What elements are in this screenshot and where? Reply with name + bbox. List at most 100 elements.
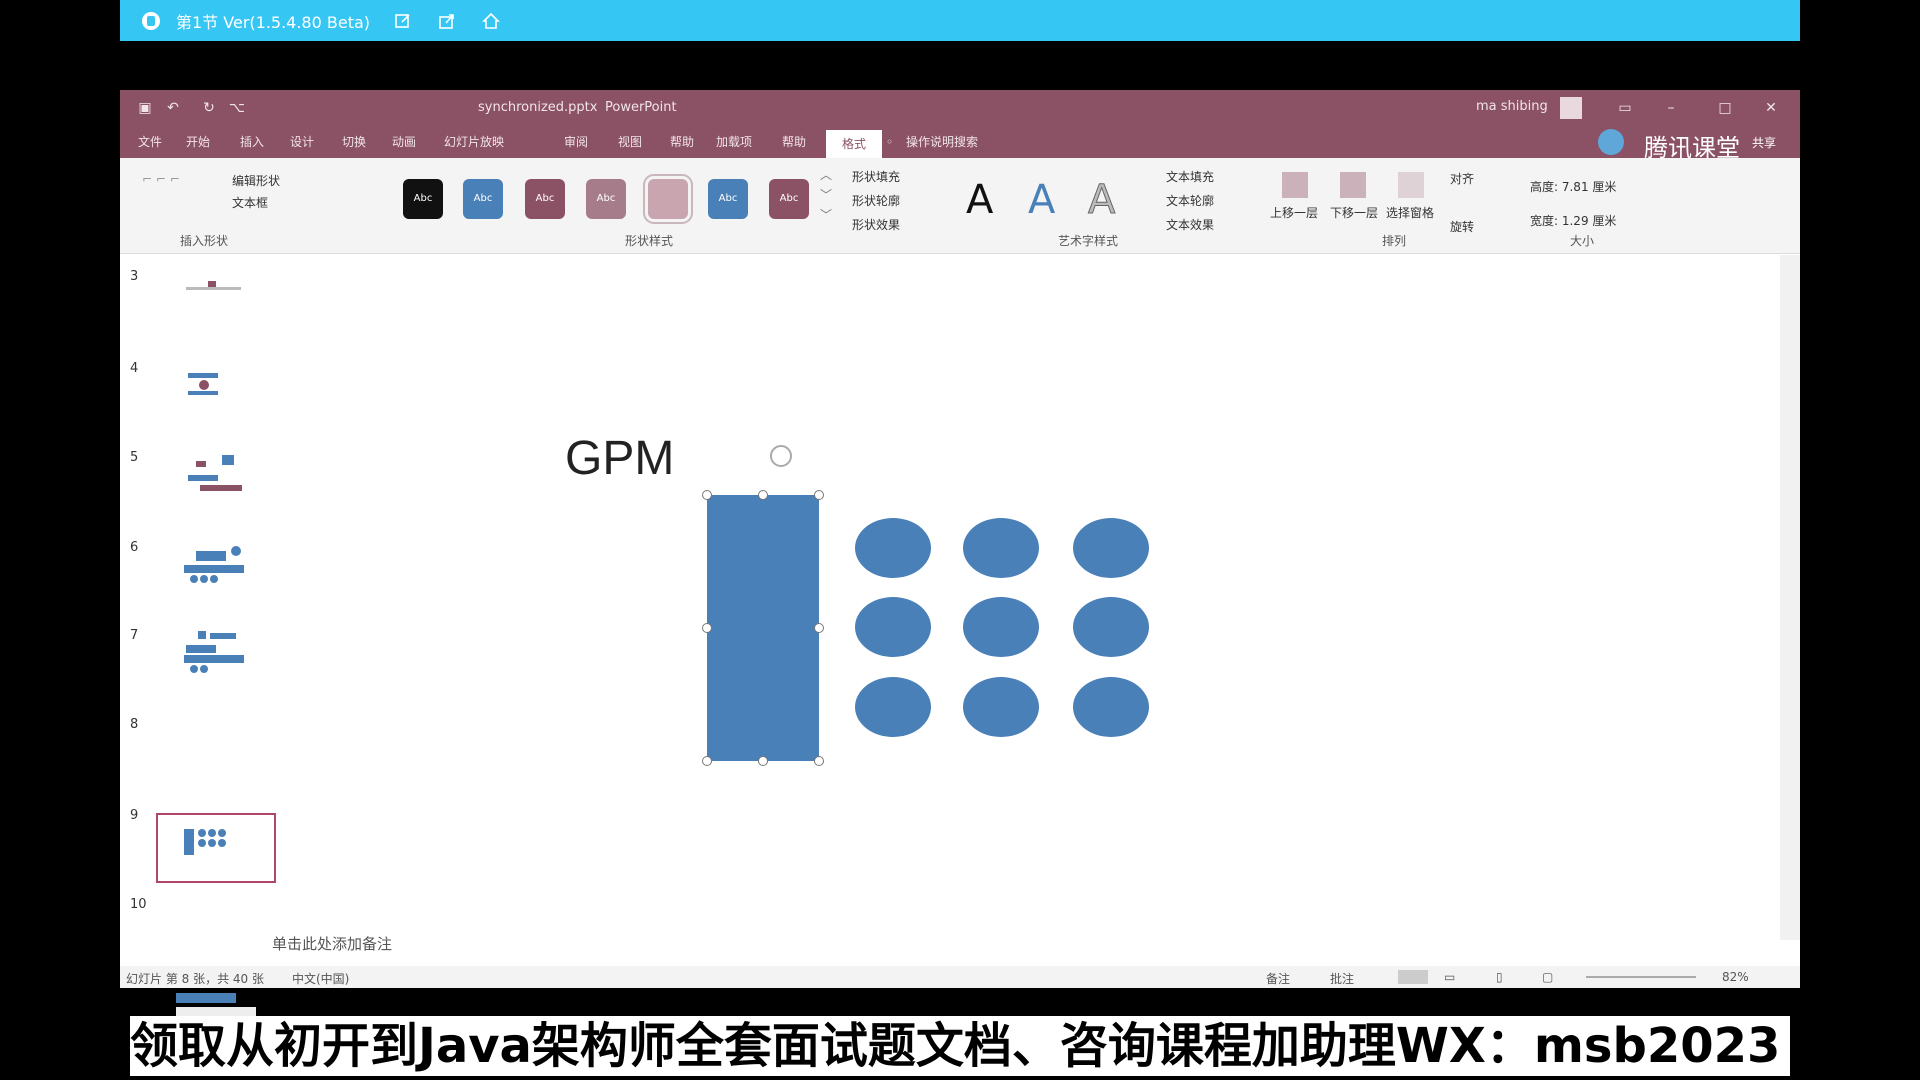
slide-thumbnails-pane: 3 4 5 6 7 8 9 10	[120, 255, 300, 1045]
oval-shape[interactable]	[855, 597, 931, 657]
shape-style-swatch[interactable]: Abc	[463, 179, 503, 219]
tell-me-search[interactable]: 操作说明搜索	[906, 132, 978, 152]
share-icon[interactable]	[436, 11, 458, 31]
resize-handle[interactable]	[758, 490, 768, 500]
resize-handle[interactable]	[814, 623, 824, 633]
tab-slideshow[interactable]: 幻灯片放映	[444, 132, 504, 152]
shape-style-swatch-selected[interactable]	[643, 174, 693, 224]
oval-shape[interactable]	[963, 518, 1039, 578]
align-button[interactable]: 对齐	[1450, 170, 1474, 187]
zoom-slider[interactable]	[1586, 976, 1696, 978]
gallery-up-icon[interactable]: ︿	[820, 166, 832, 183]
shape-style-swatch[interactable]: Abc	[708, 179, 748, 219]
vertical-scrollbar[interactable]	[1780, 255, 1800, 940]
resize-handle[interactable]	[702, 490, 712, 500]
slide-thumbnail[interactable]	[156, 351, 276, 421]
wordart-style-blue[interactable]: A	[1028, 178, 1055, 222]
width-field[interactable]: 宽度: 1.29 厘米	[1530, 212, 1616, 229]
shape-style-swatch[interactable]: Abc	[586, 179, 626, 219]
notes-button[interactable]: 备注	[1266, 970, 1290, 987]
shape-style-swatch[interactable]: Abc	[769, 179, 809, 219]
shape-style-swatch[interactable]: Abc	[525, 179, 565, 219]
slide-thumbnail[interactable]	[156, 529, 276, 599]
text-effects-button[interactable]: 文本效果	[1166, 216, 1214, 233]
oval-shape[interactable]	[855, 518, 931, 578]
undo-icon[interactable]: ↶	[164, 99, 182, 117]
resize-handle[interactable]	[758, 756, 768, 766]
selection-pane-button[interactable]: 选择窗格	[1386, 204, 1434, 221]
oval-shape[interactable]	[963, 597, 1039, 657]
tab-file[interactable]: 文件	[138, 132, 162, 152]
home-icon[interactable]	[480, 11, 502, 31]
send-backward-button[interactable]: 下移一层	[1330, 204, 1378, 221]
save-icon[interactable]: ▣	[136, 99, 154, 117]
customize-icon[interactable]: ⌥	[228, 99, 246, 117]
text-outline-button[interactable]: 文本轮廓	[1166, 192, 1214, 209]
tab-format[interactable]: 格式	[826, 130, 883, 158]
resize-handle[interactable]	[814, 490, 824, 500]
minimize-icon[interactable]: –	[1656, 97, 1686, 119]
oval-shape[interactable]	[1073, 597, 1149, 657]
zoom-level[interactable]: 82%	[1722, 970, 1749, 984]
shape-fill-button[interactable]: 形状填充	[852, 168, 900, 185]
ribbon: ⌐ ⌐ ⌐ 编辑形状 文本框 插入形状 Abc Abc Abc Abc Abc …	[120, 158, 1800, 254]
maximize-icon[interactable]: □	[1710, 97, 1740, 119]
edit-shape-button[interactable]: 编辑形状	[232, 172, 280, 189]
slide-thumbnail[interactable]	[156, 441, 276, 511]
rotate-button[interactable]: 旋转	[1450, 218, 1474, 235]
height-field[interactable]: 高度: 7.81 厘米	[1530, 178, 1616, 195]
group-label-shape-styles: 形状样式	[625, 234, 674, 248]
oval-shape[interactable]	[855, 677, 931, 737]
text-box-button[interactable]: 文本框	[232, 194, 268, 211]
slide-editor: GPM	[300, 255, 1780, 940]
slide-thumbnail[interactable]	[156, 267, 276, 337]
slide-thumbnail[interactable]	[156, 617, 276, 687]
shape-gallery[interactable]: ⌐ ⌐ ⌐	[142, 172, 180, 186]
text-fill-button[interactable]: 文本填充	[1166, 168, 1214, 185]
tab-animations[interactable]: 动画	[392, 132, 416, 152]
bring-forward-button[interactable]: 上移一层	[1270, 204, 1318, 221]
tab-view[interactable]: 视图	[618, 132, 642, 152]
oval-shape[interactable]	[1073, 677, 1149, 737]
lightbulb-icon: ◦	[886, 135, 894, 149]
rotate-handle-icon[interactable]	[770, 445, 792, 467]
slide-title[interactable]: GPM	[565, 431, 674, 486]
resize-handle[interactable]	[702, 756, 712, 766]
close-icon[interactable]: ✕	[1756, 97, 1786, 119]
language-indicator[interactable]: 中文(中国)	[292, 970, 349, 987]
reading-view-icon[interactable]: ▯	[1496, 970, 1503, 984]
oval-shape[interactable]	[1073, 518, 1149, 578]
slide-sorter-view-icon[interactable]: ▭	[1444, 970, 1455, 984]
slide-number: 10	[130, 897, 147, 912]
selected-rectangle-shape[interactable]	[707, 495, 819, 761]
tab-transitions[interactable]: 切换	[342, 132, 366, 152]
tab-design[interactable]: 设计	[290, 132, 314, 152]
tab-help[interactable]: 帮助	[670, 132, 694, 152]
oval-shape[interactable]	[963, 677, 1039, 737]
user-name[interactable]: ma shibing	[1476, 99, 1548, 114]
notes-placeholder[interactable]: 单击此处添加备注	[272, 933, 392, 954]
comments-button[interactable]: 批注	[1330, 970, 1354, 987]
gallery-down-icon[interactable]: ﹀	[820, 186, 832, 203]
edit-icon[interactable]	[392, 11, 414, 31]
resize-handle[interactable]	[702, 623, 712, 633]
tab-home[interactable]: 开始	[186, 132, 210, 152]
ribbon-display-icon[interactable]: ▭	[1610, 97, 1640, 119]
tab-addins[interactable]: 加载项	[716, 132, 752, 152]
wordart-style-black[interactable]: A	[966, 178, 993, 222]
shape-style-swatch[interactable]: Abc	[403, 179, 443, 219]
wordart-style-outline[interactable]: A	[1087, 178, 1115, 223]
avatar[interactable]	[1560, 97, 1582, 119]
normal-view-icon[interactable]	[1398, 970, 1428, 984]
shape-effects-button[interactable]: 形状效果	[852, 216, 900, 233]
slideshow-view-icon[interactable]: ▢	[1542, 970, 1553, 984]
shape-outline-button[interactable]: 形状轮廓	[852, 192, 900, 209]
resize-handle[interactable]	[814, 756, 824, 766]
tab-insert[interactable]: 插入	[240, 132, 264, 152]
share-button[interactable]: 共享	[1752, 134, 1776, 151]
tab-review[interactable]: 审阅	[564, 132, 588, 152]
gallery-more-icon[interactable]: ﹀	[820, 206, 832, 223]
tab-help-2[interactable]: 帮助	[782, 132, 806, 152]
redo-icon[interactable]: ↻	[200, 99, 218, 117]
group-label-insert-shapes: 插入形状	[180, 234, 229, 248]
